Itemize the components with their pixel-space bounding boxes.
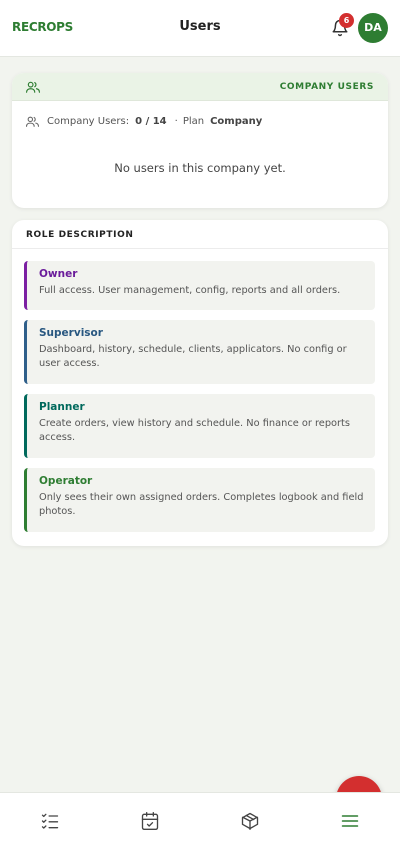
role-description: Full access. User management, config, re… bbox=[39, 285, 341, 296]
bottom-navigation bbox=[0, 792, 400, 848]
empty-state-message: No users in this company yet. bbox=[114, 161, 286, 175]
user-avatar[interactable]: DA bbox=[358, 13, 388, 43]
menu-icon[interactable] bbox=[340, 811, 360, 831]
plan-value: Company bbox=[210, 116, 263, 127]
checklist-icon[interactable] bbox=[40, 811, 60, 831]
role-owner: Owner Full access. User management, conf… bbox=[24, 261, 375, 310]
role-name: Supervisor bbox=[39, 327, 103, 339]
users-small-icon bbox=[26, 116, 39, 127]
company-users-count: 0 / 14 bbox=[135, 116, 167, 127]
role-name: Owner bbox=[39, 268, 78, 280]
users-icon bbox=[26, 81, 40, 93]
role-description: Create orders, view history and schedule… bbox=[39, 418, 351, 443]
role-planner: Planner Create orders, view history and … bbox=[24, 394, 375, 458]
role-description-card: ROLE DESCRIPTION Owner Full access. User… bbox=[12, 220, 388, 546]
role-description: Only sees their own assigned orders. Com… bbox=[39, 492, 364, 517]
role-description-header: ROLE DESCRIPTION bbox=[12, 220, 388, 249]
role-name: Planner bbox=[39, 401, 85, 413]
plan-label: Plan bbox=[182, 116, 205, 127]
company-users-label: Company Users: bbox=[47, 116, 130, 127]
role-name: Operator bbox=[39, 475, 93, 487]
separator-dot: · bbox=[174, 116, 178, 127]
company-users-stats: Company Users: 0 / 14 · Plan Company bbox=[26, 116, 262, 127]
notification-badge: 6 bbox=[339, 13, 354, 28]
role-supervisor: Supervisor Dashboard, history, schedule,… bbox=[24, 320, 375, 384]
company-users-title: COMPANY USERS bbox=[279, 82, 374, 92]
calendar-check-icon[interactable] bbox=[140, 811, 160, 831]
company-users-card: COMPANY USERS Company Users: 0 / 14 · Pl… bbox=[12, 73, 388, 208]
box-icon[interactable] bbox=[240, 811, 260, 831]
role-operator: Operator Only sees their own assigned or… bbox=[24, 468, 375, 532]
role-description-title: ROLE DESCRIPTION bbox=[26, 230, 134, 240]
top-app-bar: RECROPS Users 6 DA bbox=[0, 0, 400, 57]
role-description: Dashboard, history, schedule, clients, a… bbox=[39, 344, 347, 369]
company-users-header: COMPANY USERS bbox=[12, 73, 388, 101]
